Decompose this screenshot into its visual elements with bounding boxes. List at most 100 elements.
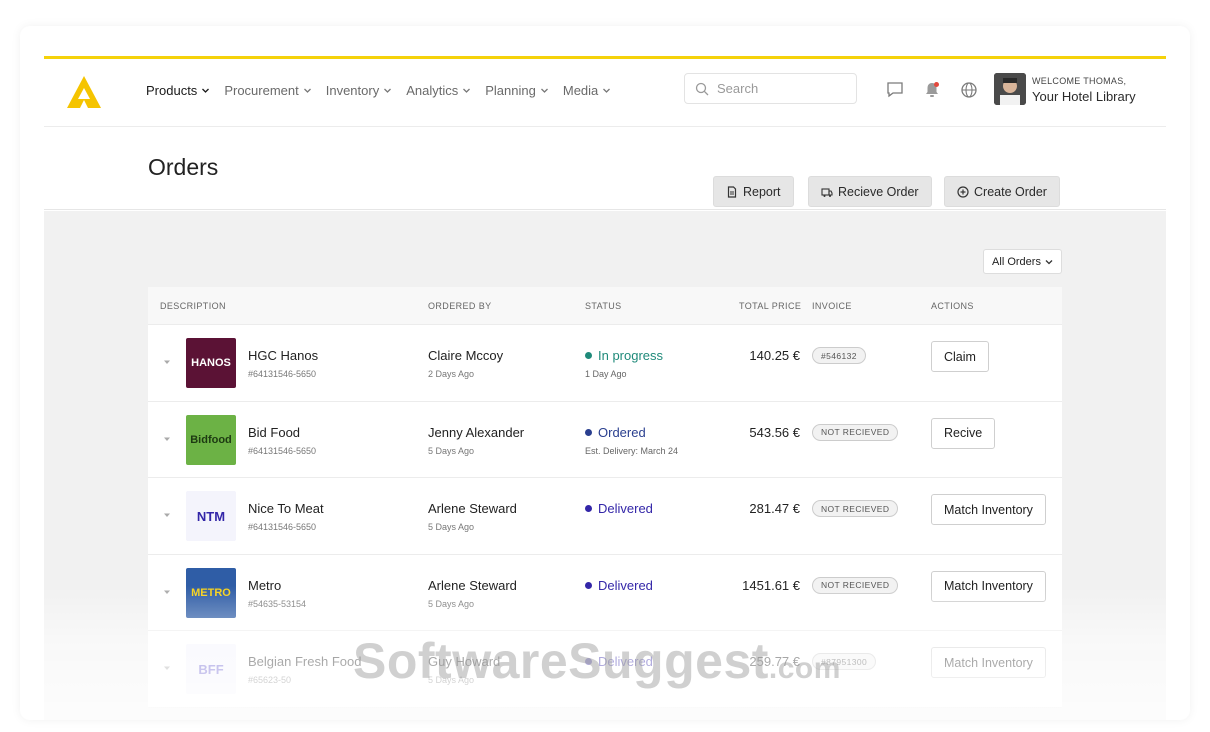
chevron-down-icon <box>540 88 548 93</box>
invoice-badge[interactable]: NOT RECIEVED <box>812 500 899 517</box>
status-label: Delivered <box>598 501 653 516</box>
orders-filter-select[interactable]: All Orders <box>983 249 1062 274</box>
chevron-down-icon <box>303 88 311 93</box>
globe-icon[interactable] <box>960 81 978 99</box>
status-subtext: Est. Delivery: March 24 <box>585 445 679 456</box>
nav-item-inventory[interactable]: Inventory <box>326 83 392 98</box>
plus-circle-icon <box>957 185 969 198</box>
chevron-down-icon <box>1045 259 1053 264</box>
orders-table: DESCRIPTION ORDERED BY STATUS TOTAL PRIC… <box>148 287 1062 708</box>
action-button[interactable]: Recive <box>931 417 996 449</box>
column-header-actions: ACTIONS <box>931 301 974 311</box>
search-icon <box>695 82 709 95</box>
nav-item-label: Inventory <box>325 83 380 98</box>
ordered-by-time: 2 Days Ago <box>428 369 475 379</box>
status-subtext: 1 Day Ago <box>585 369 627 379</box>
table-body: HANOS HGC Hanos #64131546-5650 Claire Mccoy… <box>148 325 1062 708</box>
nav-item-planning[interactable]: Planning <box>485 83 549 98</box>
status-dot-icon <box>585 505 592 512</box>
expand-caret-icon[interactable] <box>163 664 171 672</box>
invoice-badge[interactable]: #87951300 <box>812 653 877 670</box>
create-order-button[interactable]: Create Order <box>944 176 1060 207</box>
vendor-name: Bid Food <box>248 424 301 440</box>
status-label: Delivered <box>598 577 653 593</box>
nav-item-label: Procurement <box>224 83 299 98</box>
invoice-badge[interactable]: #546132 <box>812 347 866 364</box>
ordered-by-time: 5 Days Ago <box>428 522 475 532</box>
status-dot-icon <box>585 428 592 436</box>
ordered-by-name: Arlene Steward <box>428 501 517 516</box>
ordered-by-time: 5 Days Ago <box>428 445 475 456</box>
bell-icon[interactable] <box>923 81 941 99</box>
app-logo-icon[interactable] <box>66 75 102 109</box>
total-price: 543.56 € <box>749 424 800 440</box>
expand-caret-icon[interactable] <box>163 588 171 596</box>
library-name[interactable]: Your Hotel Library <box>1032 89 1136 104</box>
ordered-by-time: 5 Days Ago <box>428 675 475 685</box>
vendor-logo: Bidfood <box>186 414 236 465</box>
vendor-name: Belgian Fresh Food <box>248 654 362 669</box>
avatar[interactable] <box>994 73 1026 105</box>
search-input[interactable] <box>717 81 847 96</box>
status-dot-icon <box>585 581 592 589</box>
chevron-down-icon <box>384 88 392 93</box>
chevron-down-icon <box>202 88 210 93</box>
chat-icon[interactable] <box>886 81 904 99</box>
action-button[interactable]: Match Inventory <box>931 570 1046 602</box>
nav-item-media[interactable]: Media <box>563 83 611 98</box>
top-navigation: Products Procurement Inventory Analytics Pla… <box>44 59 1166 127</box>
nav-item-products[interactable]: Products <box>146 83 210 98</box>
vendor-logo: HANOS <box>186 338 236 388</box>
column-header-invoice: INVOICE <box>812 301 852 311</box>
status-badge: Delivered <box>585 654 653 669</box>
action-button[interactable]: Match Inventory <box>931 647 1046 678</box>
vendor-order-id: #64131546-5650 <box>248 445 317 456</box>
ordered-by-name: Guy Howard <box>428 654 501 669</box>
ordered-by-name: Claire Mccoy <box>428 348 504 363</box>
expand-caret-icon[interactable] <box>163 358 171 366</box>
ordered-by-name: Jenny Alexander <box>428 424 525 440</box>
nav-item-analytics[interactable]: Analytics <box>406 83 471 98</box>
status-dot-icon <box>585 352 592 359</box>
status-label: Ordered <box>598 424 646 440</box>
app-window: Products Procurement Inventory Analytics Pla… <box>44 56 1166 720</box>
action-button[interactable]: Match Inventory <box>931 494 1046 525</box>
nav-item-label: Media <box>562 83 599 98</box>
vendor-name: Nice To Meat <box>248 501 324 516</box>
expand-caret-icon[interactable] <box>163 511 171 519</box>
invoice-badge[interactable]: NOT RECIEVED <box>812 423 899 441</box>
recieve-order-button[interactable]: Recieve Order <box>808 176 932 207</box>
status-badge: Ordered <box>585 425 646 440</box>
action-button[interactable]: Claim <box>931 341 989 372</box>
main-content: All Orders DESCRIPTION ORDERED BY STATUS… <box>44 211 1166 720</box>
ordered-by-time: 5 Days Ago <box>428 598 475 609</box>
nav-item-label: Planning <box>485 83 536 98</box>
status-badge: In progress <box>585 348 663 363</box>
vendor-order-id: #64131546-5650 <box>248 522 317 532</box>
page-header: Orders Report Recieve Order Create Order <box>44 128 1166 210</box>
table-row[interactable]: METRO Metro #54635-53154 Arlene Steward 5 Da… <box>148 554 1062 631</box>
ordered-by-name: Arlene Steward <box>428 577 517 593</box>
status-dot-icon <box>585 658 592 665</box>
table-row[interactable]: NTM Nice To Meat #64131546-5650 Arlene Stew… <box>148 478 1062 555</box>
table-row[interactable]: HANOS HGC Hanos #64131546-5650 Claire Mccoy… <box>148 325 1062 402</box>
nav-item-label: Products <box>146 83 198 98</box>
report-label: Report <box>743 184 781 199</box>
truck-icon <box>821 187 833 197</box>
search-box[interactable] <box>684 73 857 104</box>
report-button[interactable]: Report <box>713 176 794 207</box>
vendor-order-id: #65623-50 <box>248 675 292 685</box>
expand-caret-icon[interactable] <box>163 435 171 443</box>
table-row[interactable]: Bidfood Bid Food #64131546-5650 Jenny Alexa… <box>148 401 1062 478</box>
vendor-order-id: #54635-53154 <box>248 598 307 609</box>
screenshot-frame: Products Procurement Inventory Analytics Pla… <box>20 26 1190 720</box>
invoice-badge[interactable]: NOT RECIEVED <box>812 576 899 594</box>
vendor-name: HGC Hanos <box>248 348 319 363</box>
vendor-logo-text: NTM <box>196 508 226 524</box>
vendor-logo-text: BFF <box>198 661 224 677</box>
column-header-status: STATUS <box>585 301 622 311</box>
status-label: In progress <box>598 348 664 363</box>
total-price: 281.47 € <box>749 501 800 516</box>
table-row[interactable]: BFF Belgian Fresh Food #65623-50 Guy Howard… <box>148 631 1062 708</box>
nav-item-procurement[interactable]: Procurement <box>224 83 311 98</box>
